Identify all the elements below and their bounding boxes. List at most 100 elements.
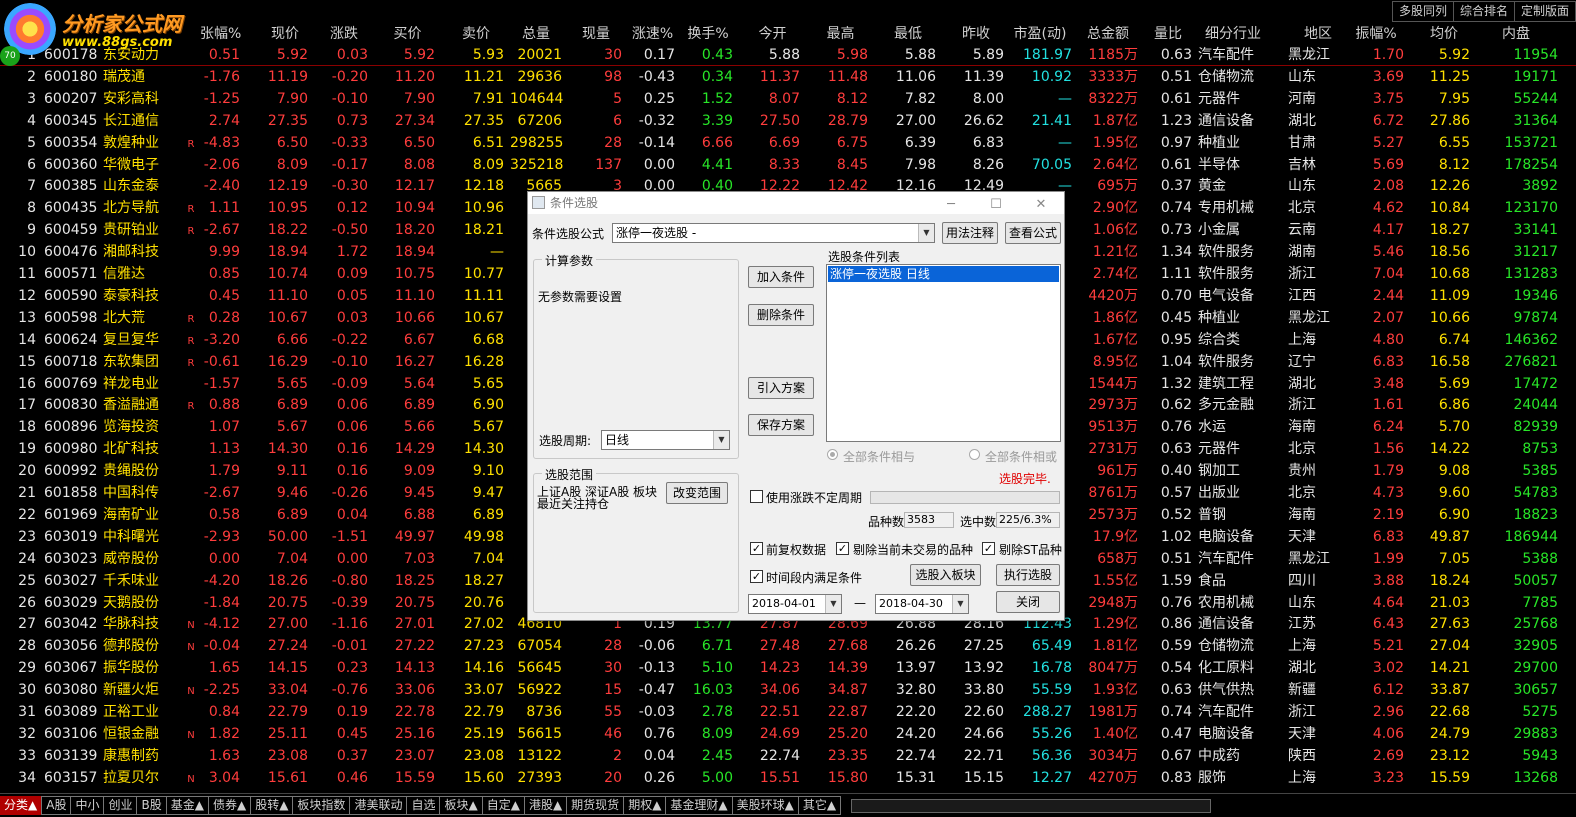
import-scheme-button[interactable]: 引入方案 bbox=[748, 377, 814, 399]
column-header[interactable]: 地区 bbox=[1288, 22, 1348, 44]
market-tab[interactable]: 板块▲ bbox=[439, 796, 483, 815]
column-header[interactable]: 涨跌 bbox=[320, 22, 368, 44]
market-tab[interactable]: B股 bbox=[136, 796, 167, 815]
market-tab[interactable]: 板块指数 bbox=[292, 796, 351, 815]
condition-list-item[interactable]: 涨停一夜选股 日线 bbox=[828, 266, 1059, 282]
add-condition-button[interactable]: 加入条件 bbox=[748, 266, 814, 288]
save-scheme-button[interactable]: 保存方案 bbox=[748, 414, 814, 436]
table-row[interactable]: 28 603056 德邦股份 N -0.04 27.24 -0.01 27.22 27.23 67… bbox=[0, 635, 1576, 657]
exclude-untraded-checkbox[interactable]: ✓ bbox=[836, 542, 849, 555]
table-row[interactable]: 33 603139 康惠制药 1.63 23.08 0.37 23.07 23.08 13122… bbox=[0, 745, 1576, 767]
stock-name: 贵研铂业 bbox=[103, 222, 159, 239]
market-tab[interactable]: 自选 bbox=[406, 796, 441, 815]
column-header[interactable]: 均价 bbox=[1418, 22, 1470, 44]
minimize-icon[interactable]: ─ bbox=[938, 194, 964, 216]
end-date-picker[interactable]: 2018-04-30 ▼ bbox=[875, 594, 969, 614]
market-tab[interactable]: A股 bbox=[41, 796, 72, 815]
top-button[interactable]: 多股同列 bbox=[1391, 1, 1453, 22]
table-row[interactable]: 30 603080 新疆火炬 N -2.25 33.04 -0.76 33.06 33.07 56… bbox=[0, 679, 1576, 701]
market-tab[interactable]: 美股环球▲ bbox=[731, 796, 799, 815]
use-uncertain-checkbox[interactable] bbox=[750, 490, 763, 503]
change-range-button[interactable]: 改变范围 bbox=[666, 482, 728, 504]
column-header[interactable]: 最低 bbox=[880, 22, 936, 44]
table-row[interactable]: 6 600360 华微电子 -2.06 8.09 -0.17 8.08 8.09 325218 1… bbox=[0, 154, 1576, 176]
market-tab[interactable]: 港股▲ bbox=[523, 796, 568, 815]
radio-and-label: 全部条件相与 bbox=[843, 450, 916, 464]
top-button[interactable]: 定制版面 bbox=[1513, 1, 1576, 22]
column-header[interactable]: 内盘 bbox=[1474, 22, 1558, 44]
column-header[interactable]: 总量 bbox=[510, 22, 562, 44]
amount: 4420万 bbox=[1088, 287, 1138, 304]
column-header[interactable]: 张幅% bbox=[200, 22, 241, 44]
horizontal-scrollbar[interactable] bbox=[851, 798, 1212, 813]
table-row[interactable]: 29 603067 振华股份 1.65 14.15 0.23 14.13 14.16 56645… bbox=[0, 657, 1576, 679]
column-header[interactable]: 振幅% bbox=[1348, 22, 1404, 44]
column-header[interactable]: 细分行业 bbox=[1198, 22, 1268, 44]
execute-button[interactable]: 执行选股 bbox=[996, 564, 1060, 586]
market-tab[interactable]: 创业 bbox=[103, 796, 138, 815]
column-header[interactable]: 换手% bbox=[683, 22, 733, 44]
radio-or[interactable] bbox=[969, 449, 980, 460]
column-header[interactable]: 涨速% bbox=[630, 22, 675, 44]
ask: 7.04 bbox=[472, 550, 504, 567]
row-index: 9 bbox=[27, 222, 36, 239]
market-tab[interactable]: 期权▲ bbox=[623, 796, 667, 815]
table-row[interactable]: 4 600345 长江通信 2.74 27.35 0.73 27.34 27.35 67206 6… bbox=[0, 110, 1576, 132]
close-icon[interactable]: ✕ bbox=[1028, 194, 1054, 216]
delete-condition-button[interactable]: 删除条件 bbox=[748, 304, 814, 326]
amplitude: 3.02 bbox=[1372, 660, 1404, 677]
usage-notes-button[interactable]: 用法注释 bbox=[942, 222, 998, 244]
price: 16.29 bbox=[267, 353, 308, 370]
table-row[interactable]: 5 600354 敦煌种业 R -4.83 6.50 -0.33 6.50 6.51 298255… bbox=[0, 132, 1576, 154]
column-header[interactable]: 卖价 bbox=[448, 22, 504, 44]
column-header[interactable]: 最高 bbox=[813, 22, 868, 44]
column-header[interactable]: 现量 bbox=[570, 22, 622, 44]
market-tab[interactable]: 债券▲ bbox=[207, 796, 252, 815]
table-row[interactable]: 1 600178 东安动力 0.51 5.92 0.03 5.92 5.93 20021 30 0.… bbox=[0, 44, 1576, 66]
pe: 181.97 bbox=[1023, 47, 1072, 63]
radio-and[interactable] bbox=[827, 449, 838, 460]
market-tab[interactable]: 其它▲ bbox=[797, 796, 842, 815]
column-header[interactable]: 买价 bbox=[380, 22, 435, 44]
avg-price: 16.58 bbox=[1429, 353, 1470, 370]
time-range-checkbox[interactable]: ✓ bbox=[750, 570, 763, 583]
formula-select[interactable]: 涨停一夜选股 - ▼ bbox=[612, 223, 935, 243]
top-button[interactable]: 综合排名 bbox=[1452, 1, 1514, 22]
industry: 种植业 bbox=[1198, 134, 1240, 151]
to-block-button[interactable]: 选股入板块 bbox=[910, 564, 981, 586]
column-header[interactable]: 今开 bbox=[745, 22, 800, 44]
column-header[interactable]: 市盈(动) bbox=[1008, 22, 1072, 44]
table-row[interactable]: 2 600180 瑞茂通 -1.76 11.19 -0.20 11.20 11.21 29636… bbox=[0, 66, 1576, 88]
change: -0.39 bbox=[331, 594, 368, 611]
column-header[interactable]: 昨收 bbox=[948, 22, 1004, 44]
market-tab[interactable]: 基金▲ bbox=[165, 796, 209, 815]
market-tab[interactable]: 基金理财▲ bbox=[665, 796, 733, 815]
avg-price: 27.63 bbox=[1429, 616, 1470, 633]
table-row[interactable]: 34 603157 拉夏贝尔 N 3.04 15.61 0.46 15.59 15.60 2739… bbox=[0, 767, 1576, 789]
close-button[interactable]: 关闭 bbox=[996, 591, 1060, 613]
table-row[interactable]: 31 603089 正裕工业 0.84 22.79 0.19 22.78 22.79 8736 5… bbox=[0, 701, 1576, 723]
market-tab[interactable]: 港美联动 bbox=[349, 796, 408, 815]
table-row[interactable]: 3 600207 安彩高科 -1.25 7.90 -0.10 7.90 7.91 104644 5… bbox=[0, 88, 1576, 110]
market-tab[interactable]: 分类▲ bbox=[0, 796, 43, 815]
start-date-picker[interactable]: 2018-04-01 ▼ bbox=[748, 594, 842, 614]
maximize-icon[interactable]: ☐ bbox=[983, 194, 1009, 216]
column-header[interactable]: 现价 bbox=[262, 22, 308, 44]
column-header[interactable]: 总金额 bbox=[1078, 22, 1138, 44]
table-row[interactable]: 32 603106 恒银金融 N 1.82 25.11 0.45 25.16 25.19 5661… bbox=[0, 723, 1576, 745]
column-header[interactable]: 量比 bbox=[1144, 22, 1192, 44]
stock-code: 600207 bbox=[44, 90, 98, 107]
stock-code: 600476 bbox=[44, 244, 98, 261]
inner-volume: 82939 bbox=[1513, 419, 1558, 436]
period-select[interactable]: 日线 ▼ bbox=[601, 430, 730, 450]
view-formula-button[interactable]: 查看公式 bbox=[1005, 222, 1061, 244]
conditions-list[interactable]: 涨停一夜选股 日线 bbox=[826, 264, 1061, 442]
exclude-st-checkbox[interactable]: ✓ bbox=[982, 542, 995, 555]
avg-price: 27.86 bbox=[1429, 112, 1470, 129]
prior-adjust-checkbox[interactable]: ✓ bbox=[750, 542, 763, 555]
market-tab[interactable]: 期货现货 bbox=[566, 796, 625, 815]
row-index: 18 bbox=[18, 419, 36, 436]
market-tab[interactable]: 中小 bbox=[70, 796, 105, 815]
market-tab[interactable]: 股转▲ bbox=[250, 796, 294, 815]
market-tab[interactable]: 自定▲ bbox=[481, 796, 525, 815]
